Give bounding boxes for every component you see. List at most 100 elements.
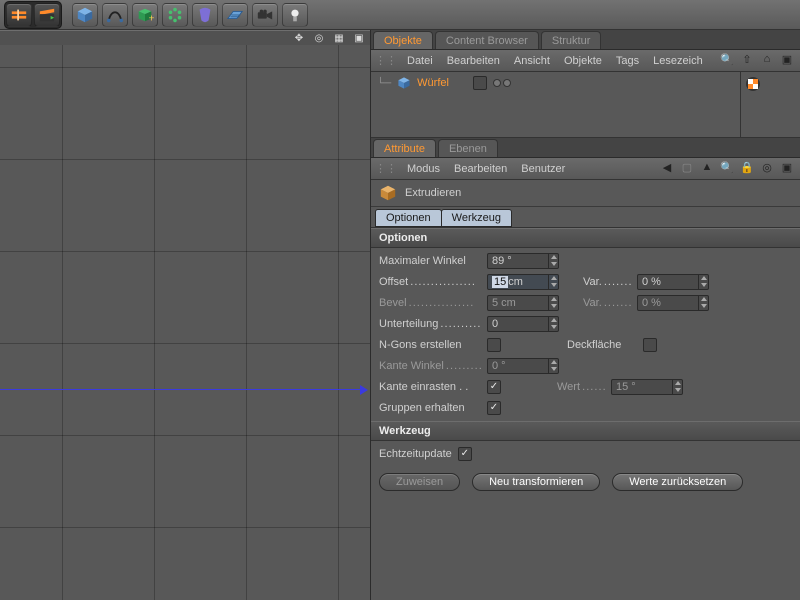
checkbox-echtzeit[interactable] [458, 447, 472, 461]
objects-tabbar: Objekte Content Browser Struktur [371, 30, 800, 50]
attribute-title: Extrudieren [405, 187, 461, 199]
label-kante-einrasten: Kante einrasten . . [379, 381, 481, 393]
label-max-winkel: Maximaler Winkel [379, 255, 481, 267]
grip-icon[interactable]: ⋮⋮ [379, 162, 393, 176]
clapper-icon[interactable] [34, 3, 60, 27]
grip-icon[interactable]: ⋮⋮ [379, 54, 393, 68]
maximize-icon[interactable]: ▣ [780, 52, 794, 66]
label-ngons: N-Gons erstellen [379, 339, 481, 351]
checkbox-ngons[interactable] [487, 338, 501, 352]
viewport-corner-controls: ✥ ◎ ▦ ▣ [292, 31, 366, 45]
new-icon[interactable]: ◎ [760, 160, 774, 174]
input-bevel-var: 0 % [637, 295, 709, 311]
search-icon[interactable]: 🔍 [720, 52, 734, 66]
attribute-subtabs: Optionen Werkzeug [371, 207, 800, 228]
toolbar-history-group [4, 1, 62, 29]
menu-benutzer[interactable]: Benutzer [521, 163, 565, 175]
maximize-icon[interactable]: ▣ [780, 160, 794, 174]
input-wert: 15 ° [611, 379, 683, 395]
tab-struktur[interactable]: Struktur [541, 31, 602, 49]
button-zuweisen[interactable]: Zuweisen [379, 473, 460, 491]
search-icon[interactable]: 🔍 [720, 160, 734, 174]
timeline-icon[interactable] [6, 3, 32, 27]
label-deckflaeche: Deckfläche [567, 339, 637, 351]
tab-content-browser[interactable]: Content Browser [435, 31, 539, 49]
object-name[interactable]: Würfel [417, 77, 449, 89]
side-panels: Objekte Content Browser Struktur ⋮⋮ Date… [370, 30, 800, 600]
grid-icon[interactable]: ▦ [332, 31, 346, 45]
label-wert: Wert [557, 381, 605, 393]
floor-plane-icon[interactable] [222, 3, 248, 27]
section-werkzeug: Werkzeug [371, 421, 800, 441]
tab-attribute[interactable]: Attribute [373, 139, 436, 157]
attributes-menubar: ⋮⋮ Modus Bearbeiten Benutzer ◀ ▢ ▲ 🔍 🔒 ◎… [371, 158, 800, 180]
axis-x [0, 389, 362, 390]
maximize-icon[interactable]: ▣ [352, 31, 366, 45]
arrow-up-icon[interactable]: ⇧ [740, 52, 754, 66]
label-bevel: Bevel [379, 297, 481, 309]
extrude-icon [379, 184, 397, 202]
werkzeug-buttons: Zuweisen Neu transformieren Werte zurück… [371, 467, 800, 497]
axis-x-arrow [360, 385, 368, 395]
input-offset-var[interactable]: 0 % [637, 274, 709, 290]
label-kante-winkel: Kante Winkel [379, 360, 481, 372]
subtab-optionen[interactable]: Optionen [375, 209, 442, 227]
checkbox-deckflaeche[interactable] [643, 338, 657, 352]
hierarchy-icon: └─ [377, 78, 391, 89]
move-icon[interactable]: ✥ [292, 31, 306, 45]
lock-icon[interactable]: 🔒 [740, 160, 754, 174]
target-icon[interactable]: ◎ [312, 31, 326, 45]
viewport-grid [0, 45, 370, 600]
object-visibility-dots[interactable] [493, 79, 519, 87]
menu-lesezeichen[interactable]: Lesezeich [653, 55, 703, 67]
menu-datei[interactable]: Datei [407, 55, 433, 67]
optionen-form: Maximaler Winkel 89 ° Offset 15cm Var. 0… [371, 248, 800, 421]
light-icon[interactable] [282, 3, 308, 27]
spline-pen-icon[interactable] [102, 3, 128, 27]
forward-icon[interactable]: ▢ [680, 160, 694, 174]
tab-ebenen[interactable]: Ebenen [438, 139, 498, 157]
input-offset[interactable]: 15cm [487, 274, 559, 290]
input-bevel: 5 cm [487, 295, 559, 311]
label-offset-var: Var. [583, 276, 631, 288]
menu-ansicht[interactable]: Ansicht [514, 55, 550, 67]
checkbox-gruppen[interactable] [487, 401, 501, 415]
object-enable-toggle[interactable] [473, 76, 487, 90]
section-optionen: Optionen [371, 228, 800, 248]
objects-menubar: ⋮⋮ Datei Bearbeiten Ansicht Objekte Tags… [371, 50, 800, 72]
attribute-title-row: Extrudieren [371, 180, 800, 207]
deformer-icon[interactable] [192, 3, 218, 27]
input-kante-winkel: 0 ° [487, 358, 559, 374]
input-max-winkel[interactable]: 89 ° [487, 253, 559, 269]
button-neu-transformieren[interactable]: Neu transformieren [472, 473, 600, 491]
subtab-werkzeug[interactable]: Werkzeug [441, 209, 512, 227]
werkzeug-form: Echtzeitupdate [371, 441, 800, 467]
main-toolbar: + [0, 0, 800, 30]
generator-cube-icon[interactable]: + [132, 3, 158, 27]
svg-text:+: + [149, 13, 154, 24]
up-icon[interactable]: ▲ [700, 160, 714, 174]
menu-objekte[interactable]: Objekte [564, 55, 602, 67]
array-icon[interactable] [162, 3, 188, 27]
menu-bearbeiten[interactable]: Bearbeiten [447, 55, 500, 67]
label-unterteilung: Unterteilung [379, 318, 481, 330]
checkbox-kante-einrasten[interactable] [487, 380, 501, 394]
uvw-tag-icon[interactable] [745, 76, 761, 92]
label-echtzeit: Echtzeitupdate [379, 448, 452, 460]
menu-modus[interactable]: Modus [407, 163, 440, 175]
tab-objekte[interactable]: Objekte [373, 31, 433, 49]
viewport[interactable]: ✥ ◎ ▦ ▣ [0, 30, 370, 600]
attributes-tabbar: Attribute Ebenen [371, 138, 800, 158]
menu-bearbeiten[interactable]: Bearbeiten [454, 163, 507, 175]
input-unterteilung[interactable]: 0 [487, 316, 559, 332]
camera-icon[interactable] [252, 3, 278, 27]
button-werte-zuruecksetzen[interactable]: Werte zurücksetzen [612, 473, 743, 491]
back-icon[interactable]: ◀ [660, 160, 674, 174]
cube-primitive-icon[interactable] [72, 3, 98, 27]
menu-tags[interactable]: Tags [616, 55, 639, 67]
label-bevel-var: Var. [583, 297, 631, 309]
cube-icon [397, 76, 411, 90]
object-tree[interactable]: └─ Würfel [371, 72, 800, 138]
object-row-wuerfel[interactable]: └─ Würfel [377, 76, 734, 90]
home-icon[interactable]: ⌂ [760, 52, 774, 66]
